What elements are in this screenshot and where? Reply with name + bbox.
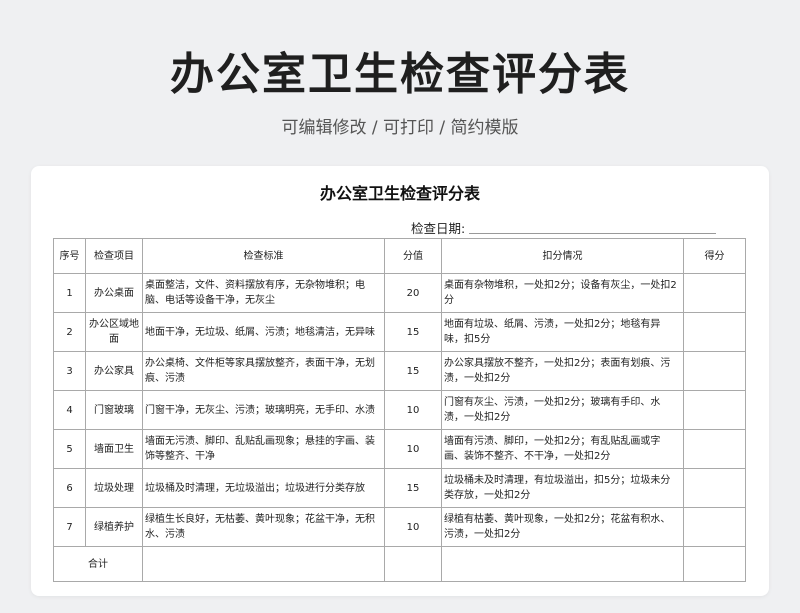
- document-title: 办公室卫生检查评分表: [319, 184, 480, 203]
- row-no: 3: [53, 351, 86, 391]
- row-got-cell[interactable]: [683, 390, 746, 430]
- row-standard: 门窗干净，无灰尘、污渍；玻璃明亮，无手印、水渍: [142, 390, 385, 430]
- row-item: 垃圾处理: [85, 468, 143, 508]
- header-got: 得分: [683, 238, 746, 274]
- row-score: 15: [384, 351, 442, 391]
- header-row: 序号 检查项目 检查标准 分值 扣分情况 得分: [53, 238, 746, 274]
- row-got-cell[interactable]: [683, 351, 746, 391]
- row-deduction: 地面有垃圾、纸屑、污渍，一处扣2分；地毯有异味，扣5分: [441, 312, 684, 352]
- row-score: 15: [384, 312, 442, 352]
- total-deduction-cell: [441, 546, 684, 582]
- row-score: 20: [384, 273, 442, 313]
- table-row: 3 办公家具 办公桌椅、文件柜等家具摆放整齐，表面干净，无划痕、污渍 15 办公…: [53, 351, 746, 391]
- total-got-cell[interactable]: [683, 546, 746, 582]
- row-deduction: 门窗有灰尘、污渍，一处扣2分；玻璃有手印、水渍，一处扣2分: [441, 390, 684, 430]
- row-no: 1: [53, 273, 86, 313]
- page-subtitle: 可编辑修改 / 可打印 / 简约模版: [281, 118, 519, 138]
- document-card: 办公室卫生检查评分表 检查日期: 序号 检查项目 检查标准 分值 扣分情况 得分: [31, 166, 769, 596]
- row-got-cell[interactable]: [683, 507, 746, 547]
- row-standard: 地面干净，无垃圾、纸屑、污渍；地毯清洁，无异味: [142, 312, 385, 352]
- row-no: 2: [53, 312, 86, 352]
- row-got-cell[interactable]: [683, 429, 746, 469]
- table-row: 1 办公桌面 桌面整洁，文件、资料摆放有序，无杂物堆积；电脑、电话等设备干净，无…: [53, 273, 746, 313]
- total-row: 合计: [53, 546, 746, 582]
- row-score: 10: [384, 429, 442, 469]
- row-got-cell[interactable]: [683, 273, 746, 313]
- row-deduction: 绿植有枯萎、黄叶现象，一处扣2分；花盆有积水、污渍，一处扣2分: [441, 507, 684, 547]
- row-standard: 墙面无污渍、脚印、乱贴乱画现象；悬挂的字画、装饰等整齐、干净: [142, 429, 385, 469]
- row-deduction: 墙面有污渍、脚印，一处扣2分；有乱贴乱画或字画、装饰不整齐、不干净，一处扣2分: [441, 429, 684, 469]
- date-field[interactable]: [469, 233, 716, 234]
- row-no: 4: [53, 390, 86, 430]
- row-item: 办公区域地面: [85, 312, 143, 352]
- row-deduction: 桌面有杂物堆积，一处扣2分；设备有灰尘，一处扣2分: [441, 273, 684, 313]
- table-row: 5 墙面卫生 墙面无污渍、脚印、乱贴乱画现象；悬挂的字画、装饰等整齐、干净 10…: [53, 429, 746, 469]
- row-item: 绿植养护: [85, 507, 143, 547]
- table-row: 4 门窗玻璃 门窗干净，无灰尘、污渍；玻璃明亮，无手印、水渍 10 门窗有灰尘、…: [53, 390, 746, 430]
- row-item: 办公家具: [85, 351, 143, 391]
- date-row: 检查日期:: [411, 216, 716, 236]
- row-no: 5: [53, 429, 86, 469]
- total-label: 合计: [53, 546, 143, 582]
- table-row: 2 办公区域地面 地面干净，无垃圾、纸屑、污渍；地毯清洁，无异味 15 地面有垃…: [53, 312, 746, 352]
- total-score-cell[interactable]: [384, 546, 442, 582]
- row-score: 10: [384, 507, 442, 547]
- row-no: 6: [53, 468, 86, 508]
- table-row: 6 垃圾处理 垃圾桶及时清理，无垃圾溢出；垃圾进行分类存放 15 垃圾桶未及时清…: [53, 468, 746, 508]
- row-got-cell[interactable]: [683, 468, 746, 508]
- header-score: 分值: [384, 238, 442, 274]
- table-row: 7 绿植养护 绿植生长良好，无枯萎、黄叶现象；花盆干净，无积水、污渍 10 绿植…: [53, 507, 746, 547]
- row-got-cell[interactable]: [683, 312, 746, 352]
- row-deduction: 办公家具摆放不整齐，一处扣2分；表面有划痕、污渍，一处扣2分: [441, 351, 684, 391]
- header-no: 序号: [53, 238, 86, 274]
- row-standard: 垃圾桶及时清理，无垃圾溢出；垃圾进行分类存放: [142, 468, 385, 508]
- header-deduction: 扣分情况: [441, 238, 684, 274]
- header-item: 检查项目: [85, 238, 143, 274]
- header-standard: 检查标准: [142, 238, 385, 274]
- row-item: 墙面卫生: [85, 429, 143, 469]
- row-score: 15: [384, 468, 442, 508]
- row-item: 办公桌面: [85, 273, 143, 313]
- total-standard-cell: [142, 546, 385, 582]
- score-table: 序号 检查项目 检查标准 分值 扣分情况 得分 1 办公桌面 桌面整洁，文件、资…: [53, 238, 746, 582]
- row-no: 7: [53, 507, 86, 547]
- row-standard: 桌面整洁，文件、资料摆放有序，无杂物堆积；电脑、电话等设备干净，无灰尘: [142, 273, 385, 313]
- row-item: 门窗玻璃: [85, 390, 143, 430]
- date-label: 检查日期:: [411, 221, 466, 236]
- page-title: 办公室卫生检查评分表: [170, 49, 630, 100]
- row-standard: 办公桌椅、文件柜等家具摆放整齐，表面干净，无划痕、污渍: [142, 351, 385, 391]
- row-score: 10: [384, 390, 442, 430]
- row-deduction: 垃圾桶未及时清理，有垃圾溢出，扣5分；垃圾未分类存放，一处扣2分: [441, 468, 684, 508]
- row-standard: 绿植生长良好，无枯萎、黄叶现象；花盆干净，无积水、污渍: [142, 507, 385, 547]
